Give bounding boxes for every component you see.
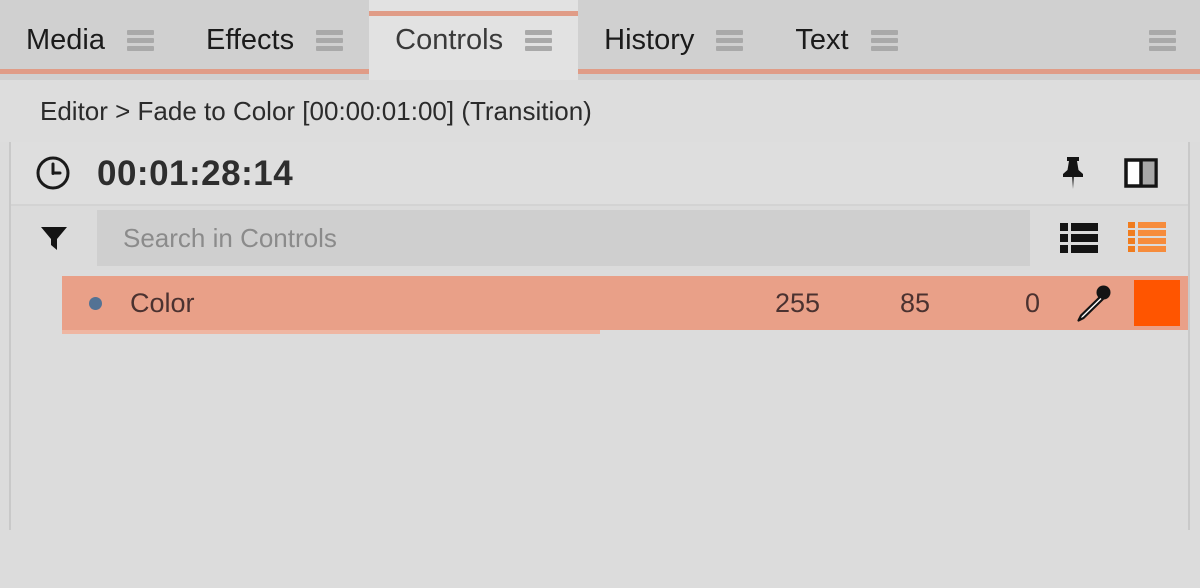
hamburger-icon[interactable] xyxy=(870,29,898,51)
tab-history[interactable]: History xyxy=(578,0,769,80)
control-row-color[interactable]: Color 255 85 0 xyxy=(62,276,1188,334)
tab-bar-spacer xyxy=(924,0,1139,80)
hamburger-icon[interactable] xyxy=(716,29,744,51)
view-mode-buttons xyxy=(1030,222,1188,254)
detail-list-view-icon[interactable] xyxy=(1128,222,1166,254)
tab-media-label: Media xyxy=(26,23,105,56)
pin-icon[interactable] xyxy=(1060,155,1086,191)
funnel-icon[interactable] xyxy=(39,223,69,253)
tab-controls[interactable]: Controls xyxy=(369,0,579,80)
timecode-value[interactable]: 00:01:28:14 xyxy=(97,156,293,191)
tab-effects-label: Effects xyxy=(206,23,295,56)
tab-text-label: Text xyxy=(795,23,849,56)
tab-bar: Media Effects Controls History Text xyxy=(0,0,1200,80)
color-value-blue[interactable]: 0 xyxy=(930,289,1040,317)
hamburger-icon[interactable] xyxy=(316,29,344,51)
control-row-progress-bar xyxy=(62,330,600,334)
tab-media[interactable]: Media xyxy=(0,0,180,80)
color-value-red[interactable]: 255 xyxy=(710,289,820,317)
controls-panel: Media Effects Controls History Text Edit… xyxy=(0,0,1200,588)
tab-controls-label: Controls xyxy=(395,23,504,56)
search-row xyxy=(11,206,1188,270)
timecode-row: 00:01:28:14 xyxy=(11,142,1188,206)
tab-history-label: History xyxy=(604,23,695,56)
hamburger-icon[interactable] xyxy=(525,29,553,51)
breadcrumb: Editor > Fade to Color [00:00:01:00] (Tr… xyxy=(0,80,1200,142)
timecode-actions xyxy=(1060,155,1188,191)
control-row-label: Color xyxy=(130,287,195,318)
tab-bar-overflow-menu[interactable] xyxy=(1139,0,1200,80)
split-panel-icon[interactable] xyxy=(1124,156,1158,190)
breadcrumb-text: Editor > Fade to Color [00:00:01:00] (Tr… xyxy=(40,95,592,126)
eyedropper-icon[interactable] xyxy=(1076,284,1112,322)
color-value-green[interactable]: 85 xyxy=(820,289,930,317)
keyframe-dot-icon[interactable] xyxy=(89,296,102,310)
color-swatch[interactable] xyxy=(1134,280,1180,326)
panel-body: 00:01:28:14 Search in Controls Color 255… xyxy=(9,142,1190,588)
search-input[interactable] xyxy=(97,210,1030,266)
tab-text[interactable]: Text xyxy=(769,0,923,80)
hamburger-icon[interactable] xyxy=(127,29,154,51)
controls-list: Color 255 85 0 xyxy=(11,270,1188,588)
hamburger-icon[interactable] xyxy=(1149,29,1176,51)
list-view-icon[interactable] xyxy=(1060,222,1098,254)
tab-effects[interactable]: Effects xyxy=(180,0,369,80)
clock-icon xyxy=(35,155,71,191)
control-row-values: 255 85 0 xyxy=(710,280,1188,326)
